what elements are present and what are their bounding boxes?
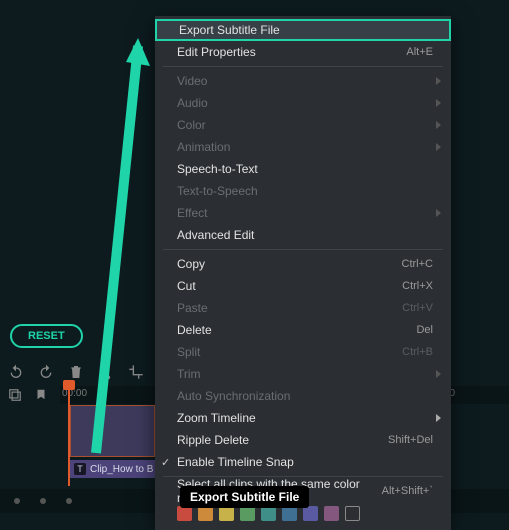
menu-paste: PasteCtrl+V bbox=[155, 297, 451, 319]
menu-delete[interactable]: DeleteDel bbox=[155, 319, 451, 341]
color-swatch-green[interactable] bbox=[240, 506, 255, 521]
menu-speech-to-text[interactable]: Speech-to-Text bbox=[155, 158, 451, 180]
delete-icon[interactable] bbox=[68, 364, 84, 380]
track-tools bbox=[0, 388, 48, 402]
menu-edit-properties[interactable]: Edit PropertiesAlt+E bbox=[155, 41, 451, 63]
status-dot bbox=[40, 498, 46, 504]
color-swatch-teal[interactable] bbox=[261, 506, 276, 521]
menu-trim: Trim bbox=[155, 363, 451, 385]
color-swatch-indigo[interactable] bbox=[303, 506, 318, 521]
menu-advanced-edit[interactable]: Advanced Edit bbox=[155, 224, 451, 246]
reset-button[interactable]: RESET bbox=[10, 324, 83, 348]
color-swatch-red[interactable] bbox=[177, 506, 192, 521]
chevron-right-icon bbox=[436, 143, 441, 151]
text-icon: T bbox=[74, 463, 86, 475]
menu-split: SplitCtrl+B bbox=[155, 341, 451, 363]
menu-timeline-snap[interactable]: ✓Enable Timeline Snap bbox=[155, 451, 451, 473]
menu-separator bbox=[163, 66, 443, 67]
clip-name: Clip_How to B bbox=[90, 464, 153, 475]
menu-zoom-timeline[interactable]: Zoom Timeline bbox=[155, 407, 451, 429]
chevron-right-icon bbox=[436, 414, 441, 422]
cut-icon[interactable] bbox=[98, 364, 114, 380]
menu-auto-sync: Auto Synchronization bbox=[155, 385, 451, 407]
add-layer-icon[interactable] bbox=[8, 388, 22, 402]
status-dot bbox=[14, 498, 20, 504]
color-swatch-none[interactable] bbox=[345, 506, 360, 521]
menu-effect: Effect bbox=[155, 202, 451, 224]
chevron-right-icon bbox=[436, 121, 441, 129]
menu-export-subtitle[interactable]: Export Subtitle File bbox=[155, 19, 451, 41]
chevron-right-icon bbox=[436, 370, 441, 378]
status-dot bbox=[66, 498, 72, 504]
color-swatch-orange[interactable] bbox=[198, 506, 213, 521]
chevron-right-icon bbox=[436, 99, 441, 107]
context-menu: Export Subtitle File Edit PropertiesAlt+… bbox=[155, 16, 451, 530]
crop-icon[interactable] bbox=[128, 364, 144, 380]
color-swatch-blue[interactable] bbox=[282, 506, 297, 521]
clip-label[interactable]: T Clip_How to B bbox=[70, 460, 165, 478]
color-swatch-purple[interactable] bbox=[324, 506, 339, 521]
menu-ripple-delete[interactable]: Ripple DeleteShift+Del bbox=[155, 429, 451, 451]
playhead[interactable] bbox=[68, 386, 70, 486]
timeline-clip[interactable] bbox=[70, 405, 155, 457]
chevron-right-icon bbox=[436, 209, 441, 217]
annotation-caption: Export Subtitle File bbox=[180, 486, 309, 508]
menu-separator bbox=[163, 249, 443, 250]
undo-icon[interactable] bbox=[8, 364, 24, 380]
chevron-right-icon bbox=[436, 77, 441, 85]
check-icon: ✓ bbox=[161, 456, 170, 469]
marker-icon[interactable] bbox=[34, 388, 48, 402]
redo-icon[interactable] bbox=[38, 364, 54, 380]
color-swatch-yellow[interactable] bbox=[219, 506, 234, 521]
menu-text-to-speech: Text-to-Speech bbox=[155, 180, 451, 202]
menu-cut[interactable]: CutCtrl+X bbox=[155, 275, 451, 297]
menu-audio: Audio bbox=[155, 92, 451, 114]
menu-video: Video bbox=[155, 70, 451, 92]
menu-animation: Animation bbox=[155, 136, 451, 158]
menu-color: Color bbox=[155, 114, 451, 136]
menu-copy[interactable]: CopyCtrl+C bbox=[155, 253, 451, 275]
